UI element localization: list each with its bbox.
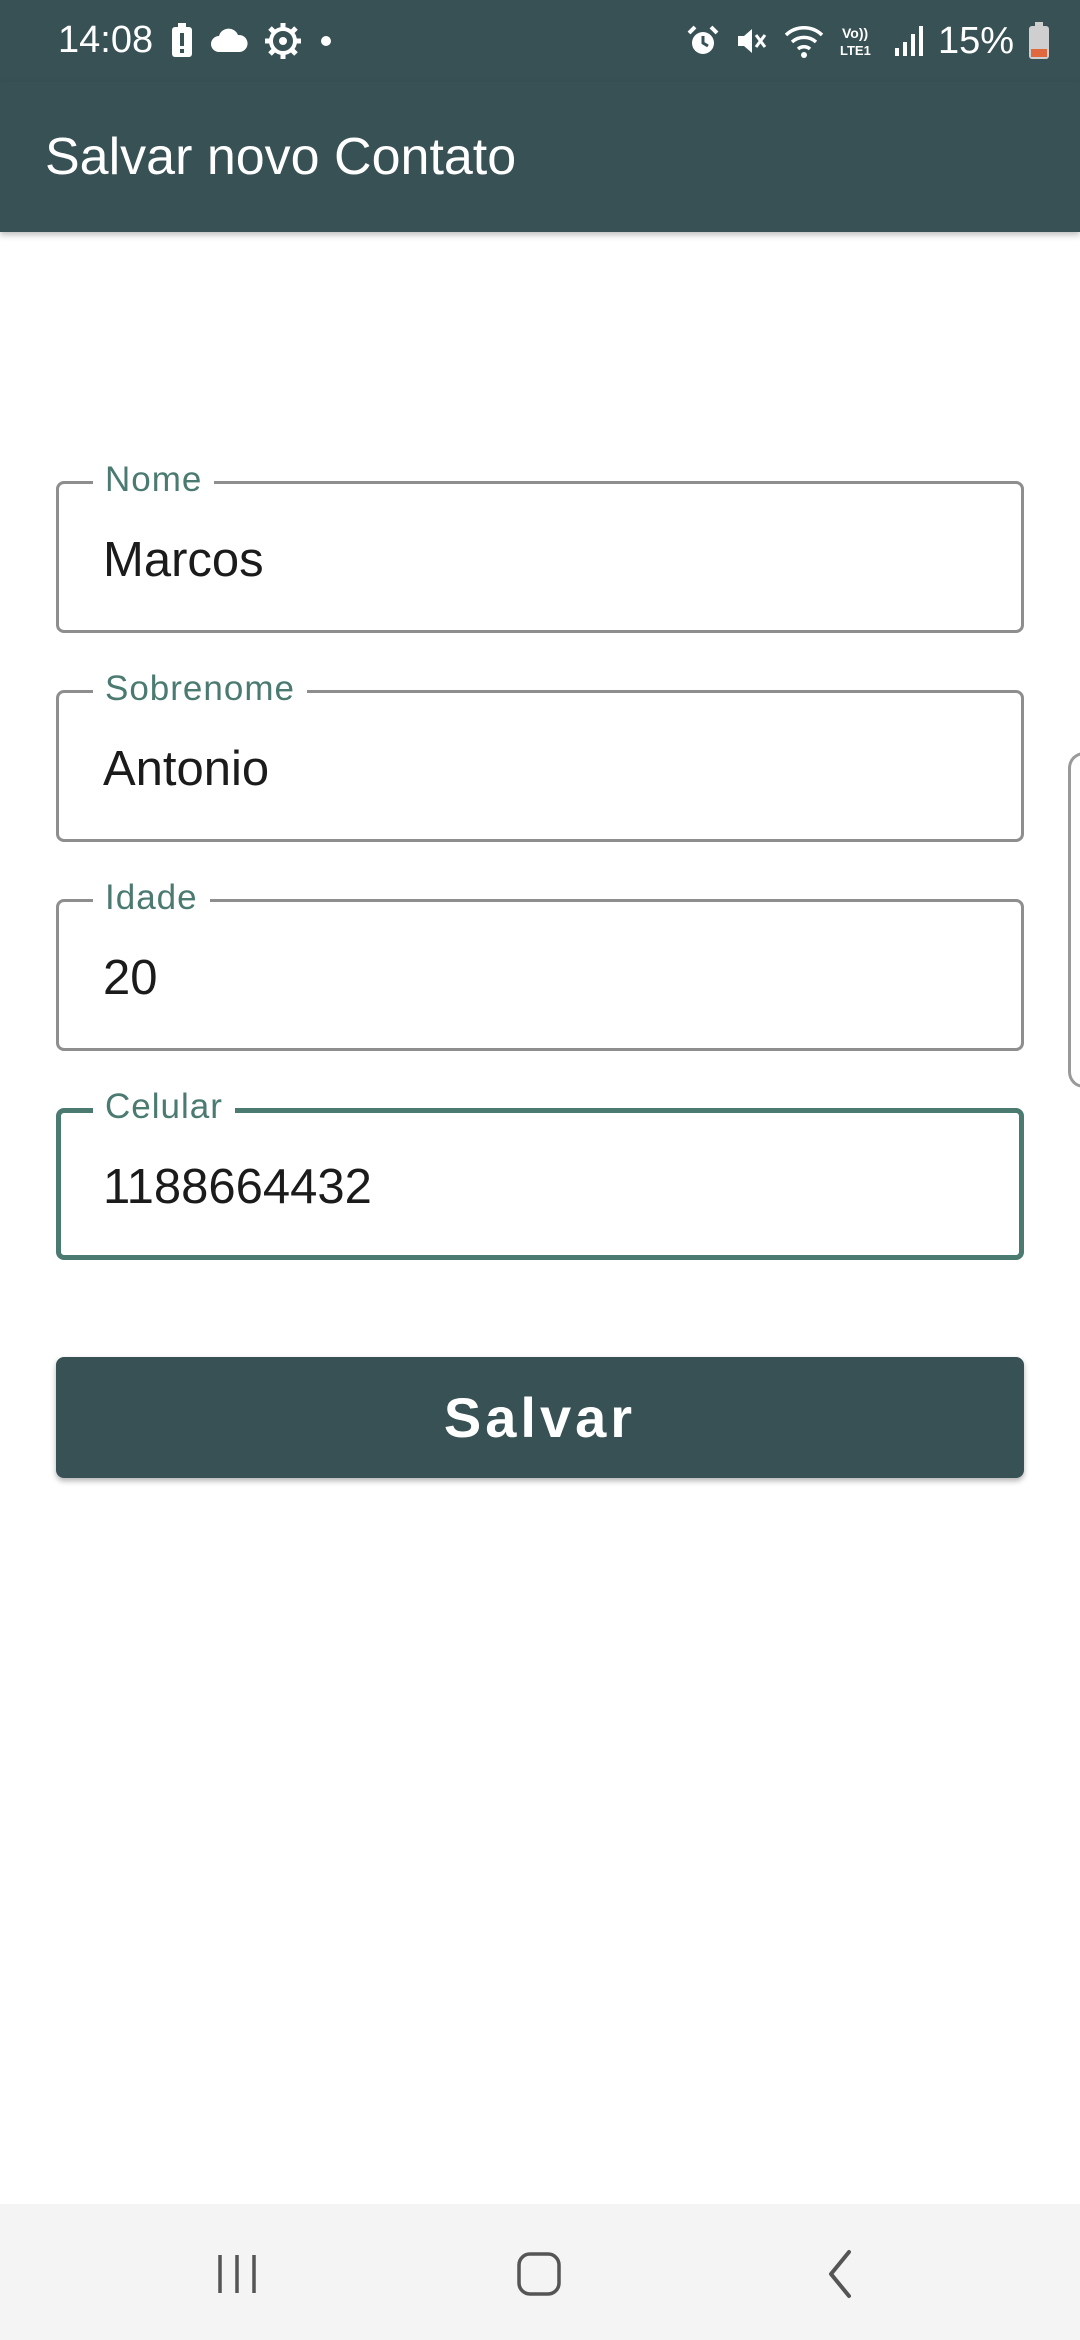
cloud-icon (210, 28, 248, 54)
status-right-icons: Vo)) LTE1 15% (686, 14, 1050, 68)
svg-text:LTE1: LTE1 (840, 43, 871, 58)
back-button[interactable] (781, 2234, 901, 2314)
home-icon (514, 2249, 564, 2299)
edge-panel-handle[interactable] (1068, 752, 1080, 1088)
first-name-label: Nome (93, 458, 215, 502)
last-name-label: Sobrenome (93, 667, 307, 711)
svg-text:Vo)): Vo)) (842, 25, 868, 41)
settings-gear-icon (264, 22, 302, 60)
last-name-value: Antonio (103, 742, 270, 796)
recents-button[interactable] (177, 2234, 297, 2314)
status-bar: 14:08 Vo)) LTE1 15% (0, 0, 1080, 82)
battery-percent: 15% (937, 20, 1014, 62)
save-button[interactable]: Salvar (56, 1357, 1024, 1478)
page-title: Salvar novo Contato (45, 128, 517, 186)
back-icon (821, 2246, 861, 2302)
battery-icon (1028, 22, 1050, 60)
navigation-bar (0, 2204, 1080, 2340)
volte-icon: Vo)) LTE1 (840, 23, 880, 59)
first-name-field[interactable]: Nome Marcos (56, 458, 1024, 633)
last-name-field[interactable]: Sobrenome Antonio (56, 667, 1024, 842)
home-button[interactable] (479, 2234, 599, 2314)
app-bar: Salvar novo Contato (0, 82, 1080, 232)
age-value: 20 (103, 951, 158, 1005)
status-left-icons (170, 18, 334, 64)
alarm-icon (686, 24, 720, 58)
age-label: Idade (93, 876, 210, 920)
battery-alert-icon (170, 23, 194, 59)
phone-value: 1188664432 (103, 1160, 372, 1214)
age-field[interactable]: Idade 20 (56, 876, 1024, 1051)
signal-icon (894, 24, 924, 58)
phone-field[interactable]: Celular 1188664432 (56, 1085, 1024, 1260)
recents-icon (214, 2251, 260, 2297)
wifi-icon (782, 23, 826, 59)
mute-icon (734, 24, 768, 58)
status-time: 14:08 (58, 19, 154, 61)
dot-icon (318, 33, 334, 49)
phone-label: Celular (93, 1085, 235, 1129)
first-name-value: Marcos (103, 533, 264, 587)
